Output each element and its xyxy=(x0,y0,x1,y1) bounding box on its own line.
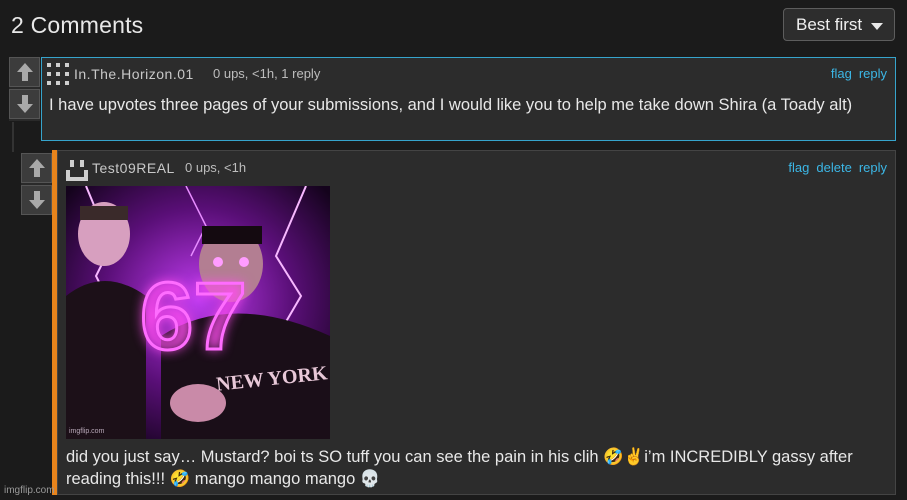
delete-link[interactable]: delete xyxy=(816,160,851,175)
reply-link[interactable]: reply xyxy=(859,66,887,81)
comment-text: I have upvotes three pages of your submi… xyxy=(49,96,853,114)
upvote-arrow-icon xyxy=(16,63,33,81)
hand xyxy=(170,384,226,422)
comment-meta: 0 ups, <1h, 1 reply xyxy=(213,66,321,81)
upvote-button[interactable] xyxy=(9,57,40,87)
upvote-arrow-icon xyxy=(28,159,45,177)
user-avatar-icon xyxy=(47,63,69,85)
comment-username[interactable]: Test09REAL xyxy=(92,160,175,176)
downvote-arrow-icon xyxy=(28,191,45,209)
downvote-button[interactable] xyxy=(21,185,52,215)
meme-image[interactable]: 67 NEW YORK imgflip.com xyxy=(66,186,330,439)
comments-count-title: 2 Comments xyxy=(11,12,144,38)
reply-link[interactable]: reply xyxy=(859,160,887,175)
vote-column xyxy=(21,153,52,215)
upvote-button[interactable] xyxy=(21,153,52,183)
comment-actions: flag delete reply xyxy=(788,160,887,175)
sort-selected-label: Best first xyxy=(796,14,863,34)
sort-dropdown[interactable]: Best first xyxy=(783,8,895,41)
flag-link[interactable]: flag xyxy=(831,66,852,81)
thread-line xyxy=(12,122,14,152)
meme-corner-mark: imgflip.com xyxy=(69,428,105,435)
comment-username[interactable]: In.The.Horizon.01 xyxy=(74,66,194,82)
comment-meta: 0 ups, <1h xyxy=(185,160,247,175)
user-avatar-icon xyxy=(66,160,88,181)
meme-overlay-67: 67 xyxy=(139,262,249,372)
vote-column xyxy=(9,57,40,121)
comment-1: In.The.Horizon.01 0 ups, <1h, 1 reply fl… xyxy=(41,57,896,141)
comment-text: did you just say… Mustard? boi ts SO tuf… xyxy=(66,448,853,488)
imgflip-watermark: imgflip.com xyxy=(4,485,55,496)
caret-down-icon xyxy=(871,23,883,30)
downvote-arrow-icon xyxy=(16,95,33,113)
downvote-button[interactable] xyxy=(9,89,40,119)
comment-actions: flag reply xyxy=(831,66,887,81)
flag-link[interactable]: flag xyxy=(788,160,809,175)
